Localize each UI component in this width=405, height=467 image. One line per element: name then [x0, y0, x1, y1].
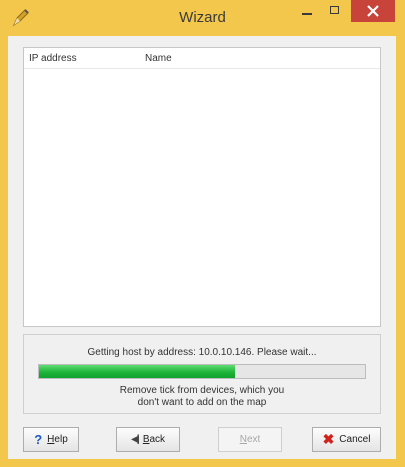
close-icon	[367, 5, 379, 17]
help-label: Help	[47, 434, 68, 445]
wizard-client-area: IP address Name Getting host by address:…	[8, 36, 396, 459]
minimize-button[interactable]	[294, 0, 320, 22]
status-panel: Getting host by address: 10.0.10.146. Pl…	[23, 334, 381, 414]
maximize-button[interactable]	[322, 0, 348, 22]
cancel-button[interactable]: ✖ Cancel	[312, 427, 381, 452]
status-message: Getting host by address: 10.0.10.146. Pl…	[87, 347, 317, 358]
list-header: IP address Name	[24, 48, 380, 69]
device-list[interactable]: IP address Name	[23, 47, 381, 327]
column-header-ip-address[interactable]: IP address	[29, 53, 77, 64]
back-button[interactable]: ◀|| Back	[116, 427, 180, 452]
hint-text: Remove tick from devices, which you don'…	[24, 385, 380, 409]
progress-bar	[38, 364, 366, 379]
cancel-label: Cancel	[339, 434, 371, 445]
maximize-icon	[330, 6, 339, 14]
hint-line-1: Remove tick from devices, which you	[119, 385, 285, 396]
close-button[interactable]	[351, 0, 395, 22]
wizard-window: Wizard IP address Name Getting host by a…	[0, 0, 405, 467]
question-mark-icon: ?	[34, 432, 43, 447]
next-label: Next	[239, 434, 261, 445]
progress-fill	[39, 365, 235, 378]
red-x-icon: ✖	[322, 431, 335, 447]
minimize-icon	[302, 13, 312, 15]
help-button[interactable]: ? Help	[23, 427, 79, 452]
title-bar[interactable]: Wizard	[0, 0, 405, 36]
back-label: Back	[142, 434, 166, 445]
column-header-name[interactable]: Name	[145, 53, 172, 64]
next-button[interactable]: Next	[218, 427, 282, 452]
back-arrow-icon: ◀||	[130, 434, 140, 445]
hint-line-2: don't want to add on the map	[137, 397, 267, 408]
